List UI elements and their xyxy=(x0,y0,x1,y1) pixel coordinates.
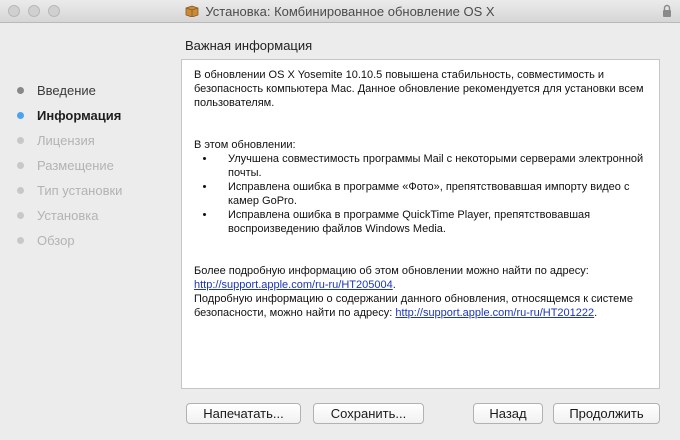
step-introduction: Введение xyxy=(0,78,170,103)
step-summary: Обзор xyxy=(0,228,170,253)
step-status-dot xyxy=(17,87,24,94)
window-title-group: Установка: Комбинированное обновление OS… xyxy=(0,0,680,22)
step-license: Лицензия xyxy=(0,128,170,153)
security-link[interactable]: http://support.apple.com/ru-ru/HT201222 xyxy=(395,307,594,319)
step-label: Информация xyxy=(37,108,122,123)
print-button[interactable]: Напечатать... xyxy=(186,403,301,424)
save-button[interactable]: Сохранить... xyxy=(313,403,424,424)
step-label: Введение xyxy=(37,83,96,98)
window-title: Установка: Комбинированное обновление OS… xyxy=(205,3,495,19)
continue-button[interactable]: Продолжить xyxy=(553,403,660,424)
step-destination: Размещение xyxy=(0,153,170,178)
list-item: Улучшена совместимость программы Mail с … xyxy=(216,152,647,180)
more-info-paragraph: Более подробную информацию об этом обнов… xyxy=(194,265,589,291)
package-icon xyxy=(186,5,199,17)
step-label: Тип установки xyxy=(37,183,123,198)
more-info-text: Более подробную информацию об этом обнов… xyxy=(194,265,589,277)
step-label: Размещение xyxy=(37,158,114,173)
section-title: Важная информация xyxy=(185,38,313,53)
step-status-dot xyxy=(17,187,24,194)
step-information: Информация xyxy=(0,103,170,128)
list-heading: В этом обновлении: xyxy=(194,139,296,151)
intro-paragraph: В обновлении OS X Yosemite 10.10.5 повыш… xyxy=(194,69,644,109)
step-status-dot xyxy=(17,212,24,219)
more-info-link[interactable]: http://support.apple.com/ru-ru/HT205004 xyxy=(194,279,393,291)
step-label: Установка xyxy=(37,208,99,223)
info-text-area[interactable]: В обновлении OS X Yosemite 10.10.5 повыш… xyxy=(181,59,660,389)
steps-sidebar: Введение Информация Лицензия Размещение … xyxy=(0,78,170,253)
installer-window: Установка: Комбинированное обновление OS… xyxy=(0,0,680,440)
list-item: Исправлена ошибка в программе «Фото», пр… xyxy=(216,180,647,208)
step-status-dot xyxy=(17,112,24,119)
step-label: Обзор xyxy=(37,233,75,248)
step-status-dot xyxy=(17,162,24,169)
step-status-dot xyxy=(17,237,24,244)
security-paragraph: Подробную информацию о содержании данног… xyxy=(194,293,633,319)
back-button[interactable]: Назад xyxy=(473,403,543,424)
step-label: Лицензия xyxy=(37,133,95,148)
list-item: Исправлена ошибка в программе QuickTime … xyxy=(216,208,647,236)
step-installation-type: Тип установки xyxy=(0,178,170,203)
lock-icon[interactable] xyxy=(662,4,672,18)
title-bar: Установка: Комбинированное обновление OS… xyxy=(0,0,680,23)
changes-list: Улучшена совместимость программы Mail с … xyxy=(194,152,647,236)
step-installation: Установка xyxy=(0,203,170,228)
step-status-dot xyxy=(17,137,24,144)
